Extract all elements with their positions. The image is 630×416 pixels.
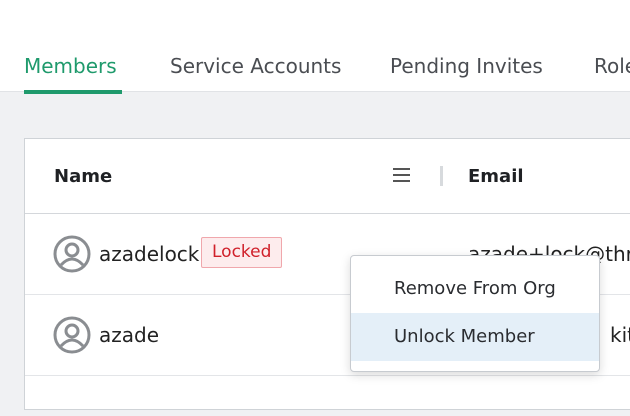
table-header: Name Email xyxy=(25,139,630,214)
member-name: azade xyxy=(99,323,160,347)
column-header-email[interactable]: Email xyxy=(468,166,524,187)
hamburger-menu-icon[interactable] xyxy=(393,168,410,183)
user-avatar-icon xyxy=(53,316,91,354)
active-tab-indicator xyxy=(24,90,122,94)
tab-roles[interactable]: Roles xyxy=(594,54,630,78)
column-header-name[interactable]: Name xyxy=(54,166,112,187)
tab-pending-invites[interactable]: Pending Invites xyxy=(390,54,543,78)
unlock-member-menu-item[interactable]: Unlock Member xyxy=(351,313,599,361)
user-avatar-icon xyxy=(53,235,91,273)
member-name: azadelock xyxy=(99,242,200,266)
tab-members[interactable]: Members xyxy=(24,54,117,78)
tab-bar: Members Service Accounts Pending Invites… xyxy=(0,0,630,94)
table-row[interactable] xyxy=(25,376,630,416)
tab-service-accounts[interactable]: Service Accounts xyxy=(170,54,341,78)
member-email: kit. xyxy=(610,323,630,347)
locked-status-badge: Locked xyxy=(201,237,283,268)
remove-from-org-menu-item[interactable]: Remove From Org xyxy=(351,265,599,313)
member-actions-menu: Remove From Org Unlock Member xyxy=(350,255,600,372)
column-resize-handle[interactable] xyxy=(440,166,443,186)
